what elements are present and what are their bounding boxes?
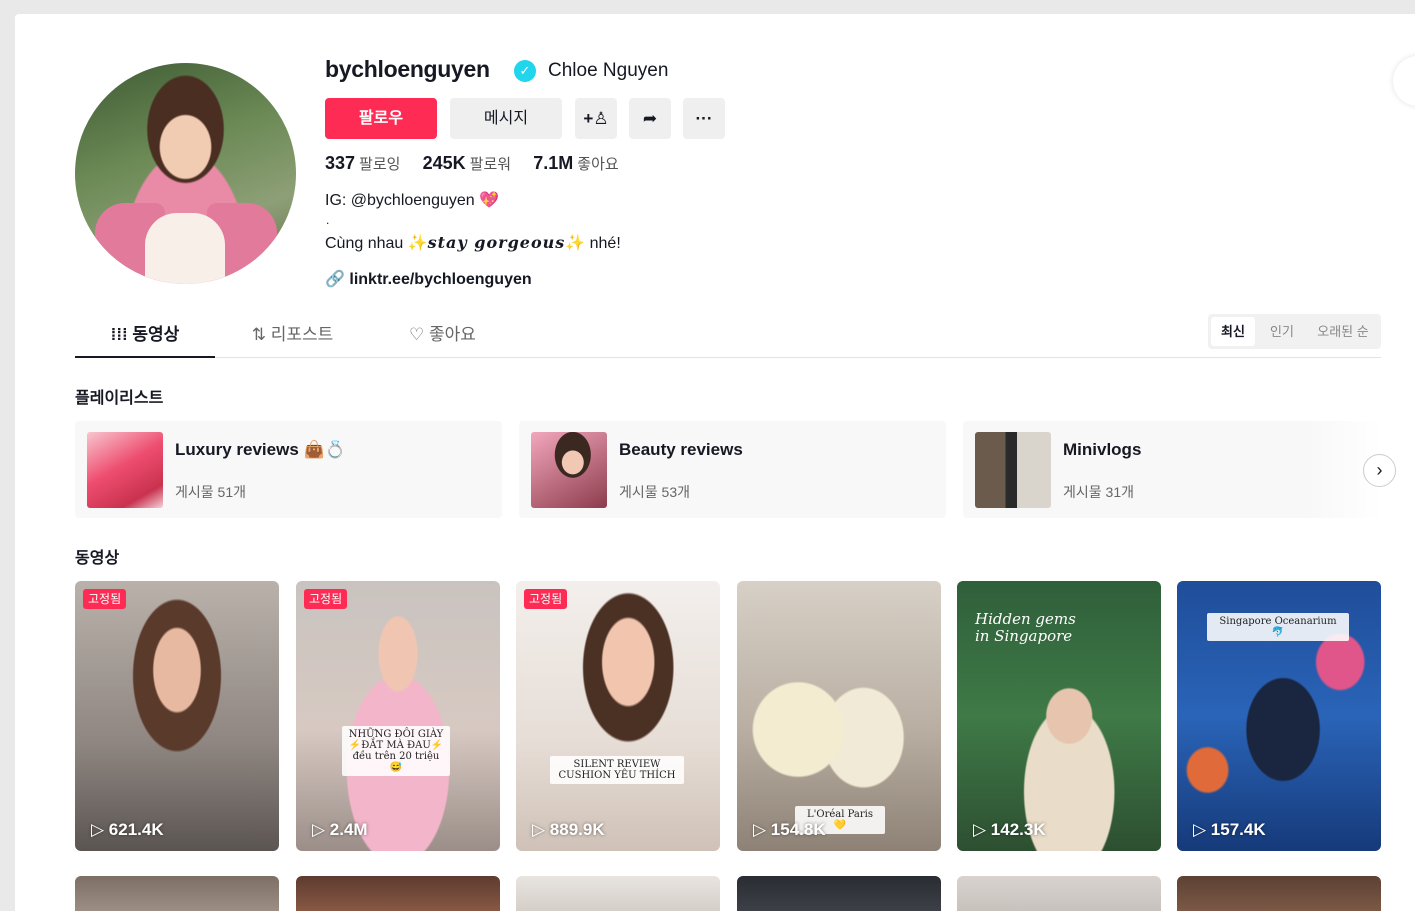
profile-tabs: ⁞⁞⁞ 동영상 ⇅ 리포스트 ♡ 좋아요 [75, 316, 1381, 358]
sparkle-icon: ✨ [407, 235, 428, 252]
playlists-heading: 플레이리스트 [75, 390, 164, 407]
likes-label: 좋아요 [577, 156, 619, 173]
video-card[interactable] [75, 876, 279, 911]
playlist-card[interactable]: Luxury reviews 👜💍 게시물 51개 [75, 421, 502, 518]
playlist-thumbnail [531, 432, 607, 508]
video-card[interactable]: 고정됨 NHỮNG ĐÔI GIÀY ⚡ĐẮT MÀ ĐAU⚡ đều trên… [296, 581, 500, 851]
pinned-badge: 고정됨 [304, 589, 348, 609]
view-count: ▷ 142.3K [973, 820, 1046, 839]
profile-page: bychloenguyen ✓ Chloe Nguyen 팔로우 메시지 +♙ … [15, 14, 1415, 911]
video-card[interactable] [296, 876, 500, 911]
video-card[interactable] [737, 876, 941, 911]
more-icon[interactable]: ··· [683, 98, 725, 139]
video-card[interactable] [516, 876, 720, 911]
video-card[interactable]: L'Oréal Paris 💛 ▷ 154.8K [737, 581, 941, 851]
bio-line-1: IG: @bychloenguyen 💖 [325, 192, 500, 209]
add-user-icon[interactable]: +♙ [575, 98, 617, 139]
bio-line-2: Cùng nhau ✨stay gorgeous✨ nhé! [325, 233, 621, 253]
playlist-count: 게시물 53개 [619, 484, 690, 500]
verified-badge-icon: ✓ [514, 60, 536, 82]
view-count: ▷ 621.4K [91, 820, 164, 839]
video-caption: NHỮNG ĐÔI GIÀY ⚡ĐẮT MÀ ĐAU⚡ đều trên 20 … [342, 726, 450, 776]
bio-text-end: nhé! [585, 235, 621, 252]
playlist-thumbnail [975, 432, 1051, 508]
sparkle-icon: ✨ [565, 235, 586, 252]
video-caption: SILENT REVIEW CUSHION YÊU THÍCH [550, 756, 684, 784]
bio-separator: . [326, 213, 330, 227]
likes-count: 7.1M [533, 153, 574, 173]
video-caption: Hidden gems in Singapore [975, 610, 1076, 645]
tab-videos[interactable]: ⁞⁞⁞ 동영상 [75, 316, 215, 358]
side-action-button[interactable] [1393, 56, 1415, 106]
video-card[interactable]: 고정됨 SILENT REVIEW CUSHION YÊU THÍCH ▷ 88… [516, 581, 720, 851]
bio-fancy-text: stay gorgeous [427, 233, 566, 252]
playlist-name: Beauty reviews [619, 440, 743, 459]
playlist-fade [1305, 421, 1415, 518]
sort-toggle: 최신 인기 오래된 순 [1208, 314, 1381, 349]
following-stat[interactable]: 337 팔로잉 [325, 153, 401, 173]
profile-stats: 337 팔로잉 245K 팔로워 7.1M 좋아요 [325, 153, 637, 174]
playlist-count: 게시물 51개 [175, 484, 246, 500]
tab-liked[interactable]: ♡ 좋아요 [380, 316, 505, 358]
view-count: ▷ 889.9K [532, 820, 605, 839]
profile-link-text: linktr.ee/bychloenguyen [349, 271, 532, 288]
video-card[interactable] [1177, 876, 1381, 911]
follow-button[interactable]: 팔로우 [325, 98, 437, 139]
profile-avatar [75, 63, 296, 284]
followers-label: 팔로워 [469, 156, 512, 173]
videos-heading: 동영상 [75, 550, 120, 567]
chevron-right-icon[interactable]: › [1363, 454, 1396, 487]
profile-link[interactable]: 🔗 linktr.ee/bychloenguyen [325, 269, 532, 289]
tab-reposts[interactable]: ⇅ 리포스트 [230, 316, 355, 358]
video-caption: Singapore Oceanarium 🐬 [1207, 613, 1349, 641]
view-count: ▷ 2.4M [312, 820, 368, 839]
view-count: ▷ 157.4K [1193, 820, 1266, 839]
followers-count: 245K [422, 153, 466, 173]
bio-text: Cùng nhau [325, 235, 408, 252]
view-count: ▷ 154.8K [753, 820, 826, 839]
likes-stat: 7.1M 좋아요 [533, 153, 619, 173]
video-card[interactable] [957, 876, 1161, 911]
sort-popular[interactable]: 인기 [1260, 317, 1304, 346]
video-card[interactable]: 고정됨 ▷ 621.4K [75, 581, 279, 851]
video-card[interactable]: Singapore Oceanarium 🐬 ▷ 157.4K [1177, 581, 1381, 851]
link-icon: 🔗 [325, 271, 345, 288]
playlist-name: Minivlogs [1063, 440, 1142, 459]
avatar-shirt [145, 213, 225, 284]
pinned-badge: 고정됨 [524, 589, 568, 609]
followers-stat[interactable]: 245K 팔로워 [422, 153, 512, 173]
pinned-badge: 고정됨 [83, 589, 127, 609]
sort-oldest[interactable]: 오래된 순 [1308, 317, 1378, 346]
playlist-card[interactable]: Beauty reviews 게시물 53개 [519, 421, 946, 518]
video-card[interactable]: Hidden gems in Singapore ▷ 142.3K [957, 581, 1161, 851]
following-label: 팔로잉 [359, 156, 401, 173]
message-button[interactable]: 메시지 [450, 98, 562, 139]
username: bychloenguyen [325, 56, 490, 82]
playlist-thumbnail [87, 432, 163, 508]
following-count: 337 [325, 153, 356, 173]
share-icon[interactable]: ➦ [629, 98, 671, 139]
sort-latest[interactable]: 최신 [1211, 317, 1255, 346]
playlist-count: 게시물 31개 [1063, 484, 1134, 500]
playlist-name: Luxury reviews 👜💍 [175, 440, 346, 459]
display-name: Chloe Nguyen [548, 60, 669, 81]
